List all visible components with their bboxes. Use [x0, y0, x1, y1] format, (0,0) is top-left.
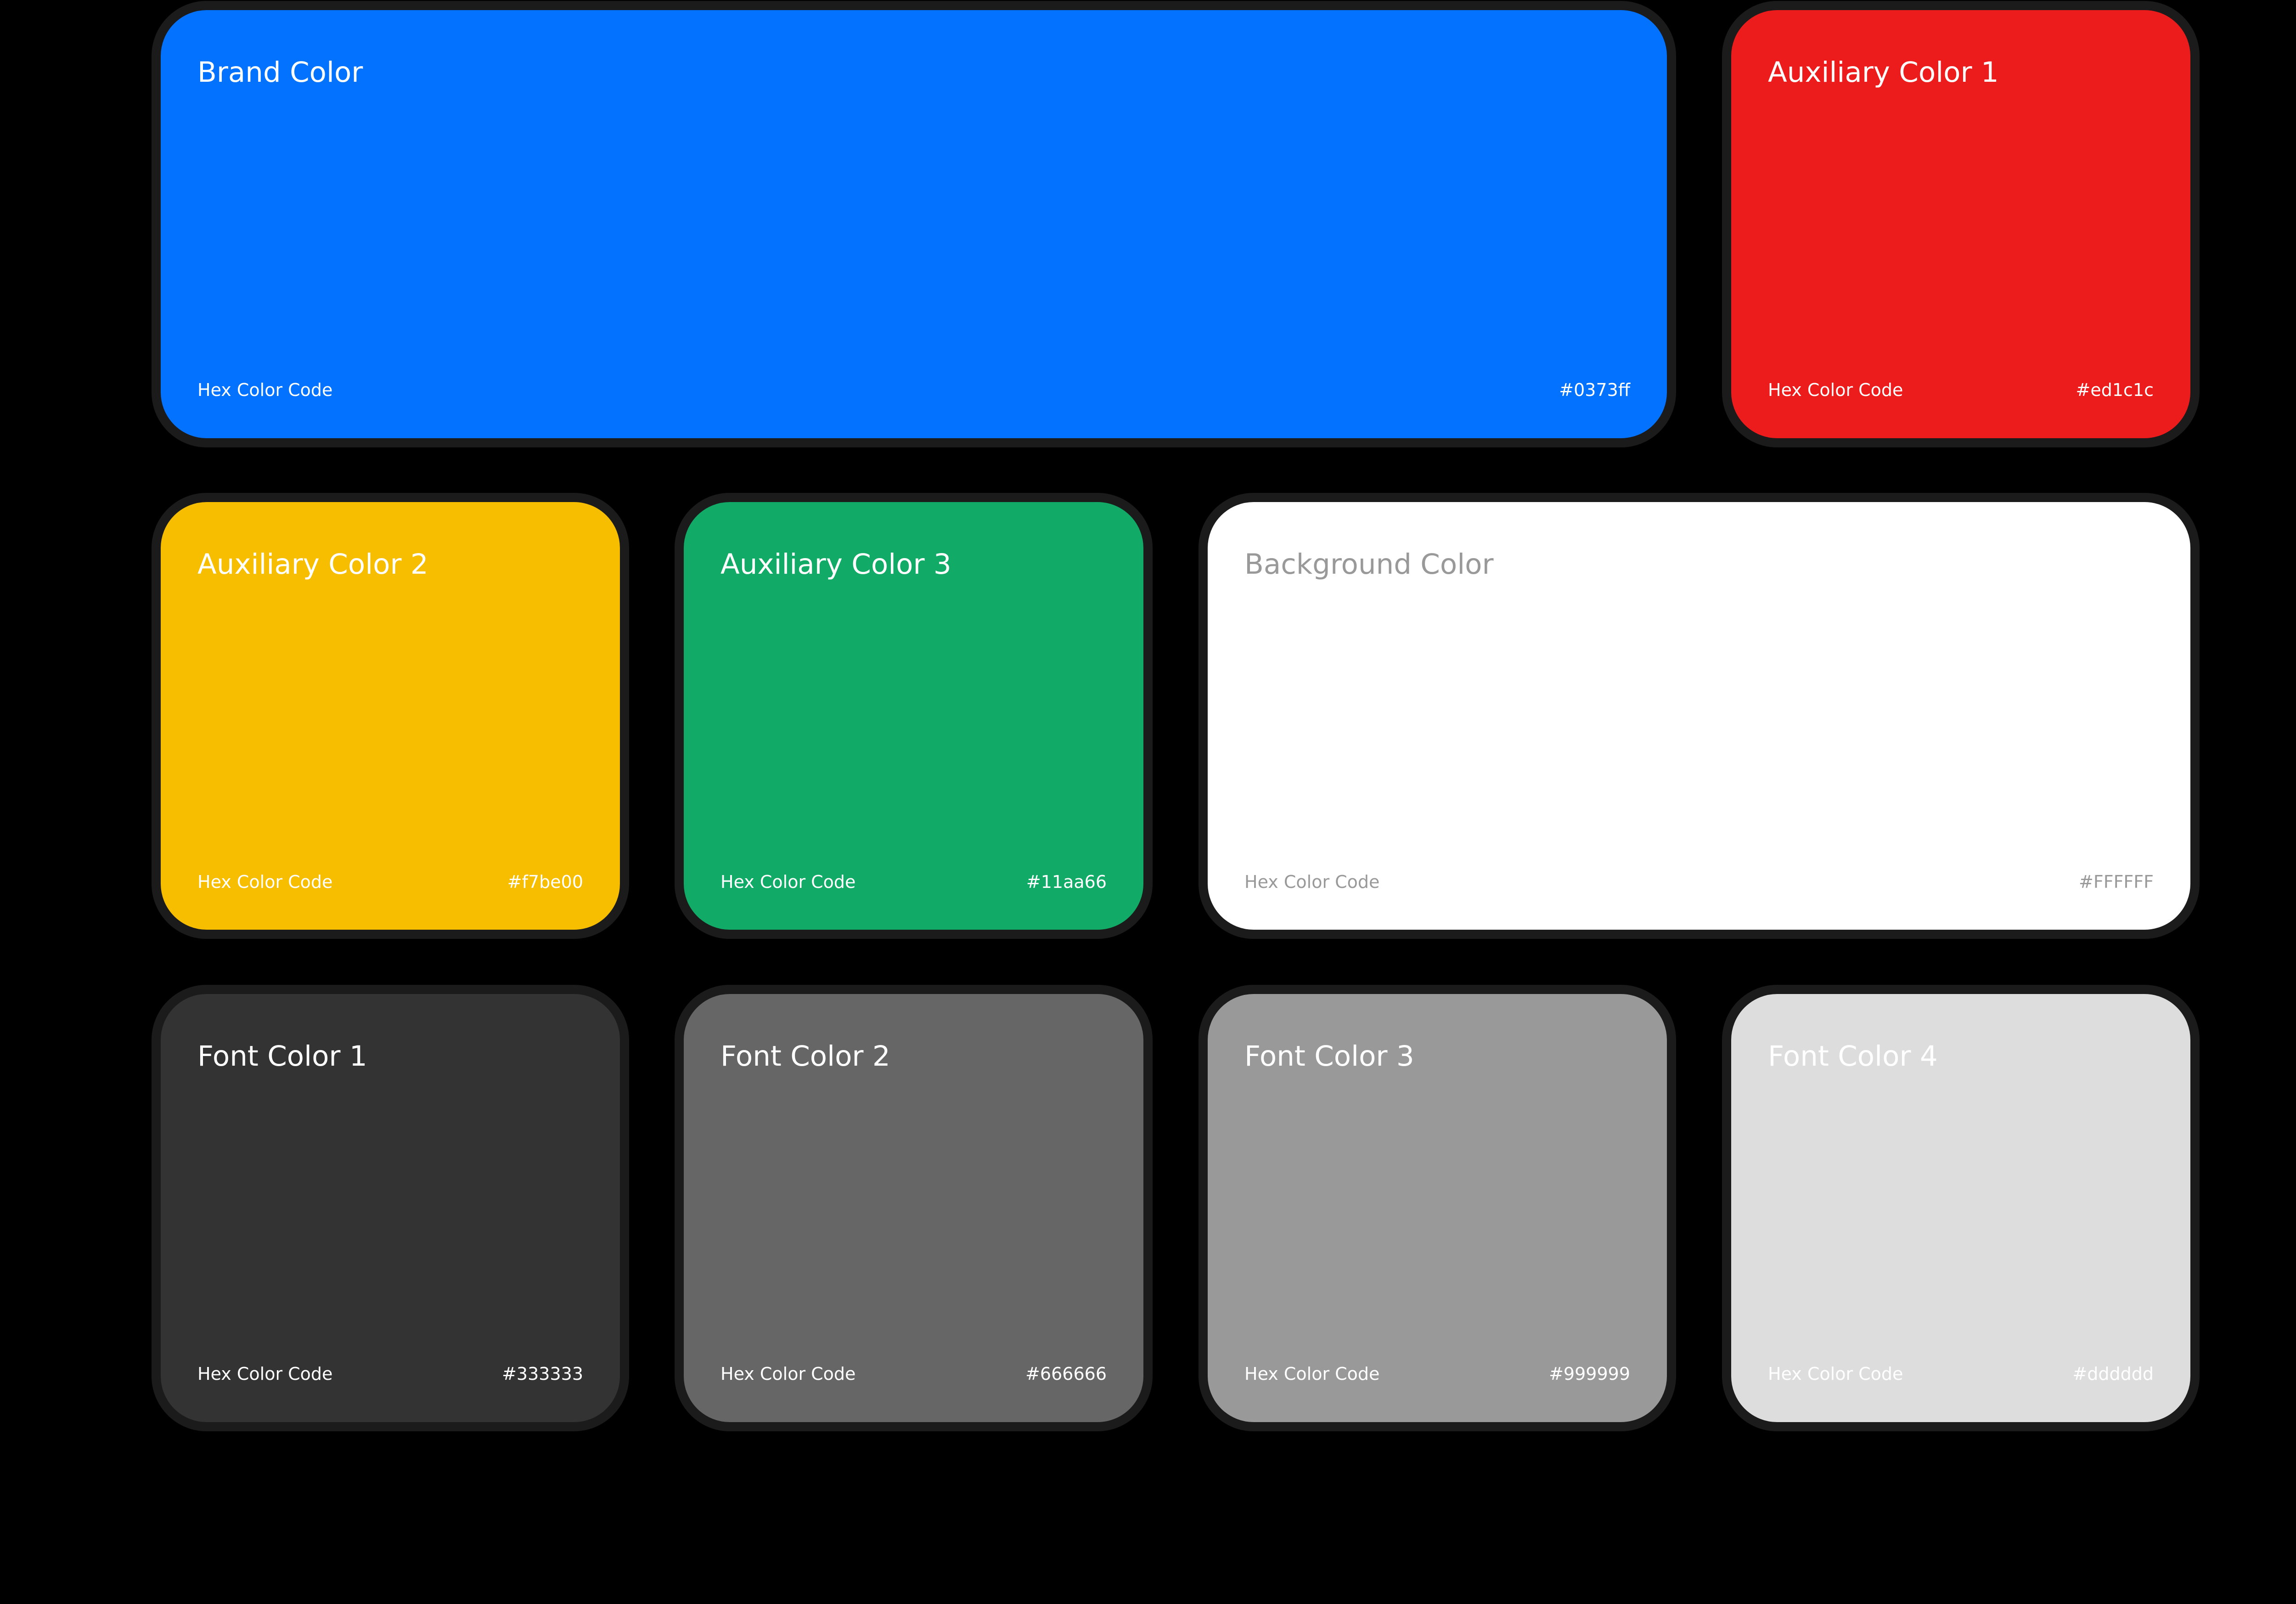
swatch-hex-value: #666666: [1025, 1364, 1107, 1384]
color-palette: Brand Color Hex Color Code #0373ff Auxil…: [0, 0, 2296, 1604]
swatch-card-font-color-3: Font Color 3 Hex Color Code #999999: [1199, 985, 1676, 1431]
swatch-card-auxiliary-color-2: Auxiliary Color 2 Hex Color Code #f7be00: [152, 493, 629, 939]
swatch-title: Background Color: [1244, 548, 1494, 581]
swatch-hex-value: #333333: [502, 1364, 583, 1384]
swatch-hex-label: Hex Color Code: [197, 872, 333, 892]
swatch-card-background-color: Background Color Hex Color Code #FFFFFF: [1199, 493, 2200, 939]
swatch-title: Font Color 4: [1768, 1040, 1938, 1073]
swatch-hex-label: Hex Color Code: [720, 1364, 856, 1384]
swatch-hex-label: Hex Color Code: [1244, 872, 1380, 892]
swatch-card-font-color-1: Font Color 1 Hex Color Code #333333: [152, 985, 629, 1431]
swatch-hex-value: #999999: [1549, 1364, 1630, 1384]
swatch-card-auxiliary-color-1: Auxiliary Color 1 Hex Color Code #ed1c1c: [1722, 1, 2200, 447]
swatch-hex-label: Hex Color Code: [1768, 380, 1903, 400]
swatch-hex-label: Hex Color Code: [1768, 1364, 1903, 1384]
swatch-hex-label: Hex Color Code: [197, 380, 333, 400]
swatch-card-brand-color: Brand Color Hex Color Code #0373ff: [152, 1, 1676, 447]
swatch-card-auxiliary-color-3: Auxiliary Color 3 Hex Color Code #11aa66: [675, 493, 1153, 939]
swatch-hex-label: Hex Color Code: [197, 1364, 333, 1384]
swatch-hex-value: #dddddd: [2072, 1364, 2154, 1384]
swatch-card-font-color-4: Font Color 4 Hex Color Code #dddddd: [1722, 985, 2200, 1431]
swatch-title: Auxiliary Color 1: [1768, 56, 1999, 89]
swatch-card-font-color-2: Font Color 2 Hex Color Code #666666: [675, 985, 1153, 1431]
swatch-hex-value: #0373ff: [1559, 380, 1630, 400]
swatch-hex-value: #11aa66: [1026, 872, 1107, 892]
swatch-title: Font Color 2: [720, 1040, 890, 1073]
swatch-title: Font Color 3: [1244, 1040, 1414, 1073]
swatch-title: Brand Color: [197, 56, 363, 89]
swatch-hex-value: #ed1c1c: [2076, 380, 2154, 400]
swatch-hex-label: Hex Color Code: [720, 872, 856, 892]
swatch-hex-label: Hex Color Code: [1244, 1364, 1380, 1384]
swatch-title: Auxiliary Color 3: [720, 548, 951, 581]
swatch-hex-value: #FFFFFF: [2079, 872, 2154, 892]
swatch-title: Font Color 1: [197, 1040, 367, 1073]
swatch-title: Auxiliary Color 2: [197, 548, 428, 581]
swatch-hex-value: #f7be00: [507, 872, 583, 892]
